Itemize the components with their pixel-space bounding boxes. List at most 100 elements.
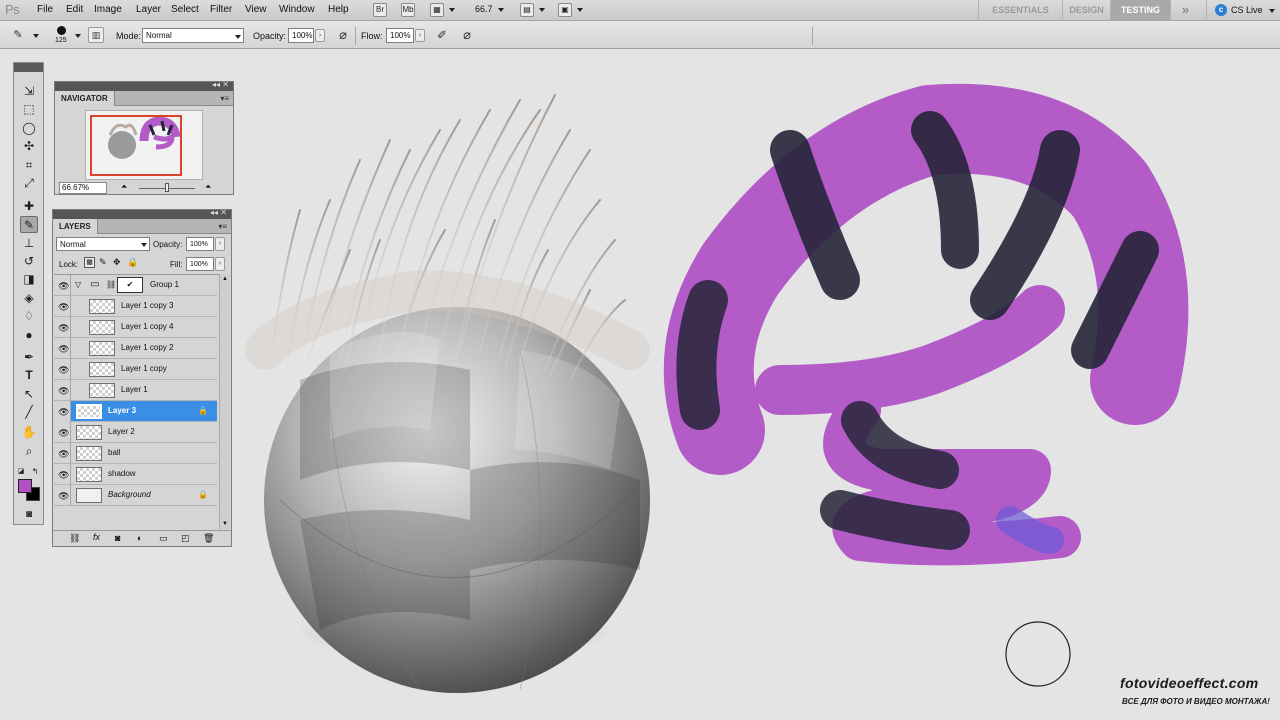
fill-slider-arrow-icon[interactable]: › <box>215 257 225 271</box>
layer-row-group[interactable]: 👁 ▽ ▭ ⛓ ✔ Group 1 <box>54 275 217 296</box>
zoom-in-icon[interactable]: ⏶ <box>205 182 211 192</box>
swap-colors-icon[interactable]: ↰ <box>30 463 40 480</box>
chevron-down-icon[interactable] <box>577 8 583 12</box>
lasso-tool-icon[interactable]: ◯ <box>20 120 38 137</box>
visibility-eye-icon[interactable]: 👁 <box>58 428 69 439</box>
blend-mode-select[interactable]: Normal <box>56 237 150 251</box>
eyedropper-tool-icon[interactable]: ⤢ <box>20 175 38 192</box>
layer-row[interactable]: 👁 shadow <box>54 464 217 485</box>
visibility-eye-icon[interactable]: 👁 <box>58 407 69 418</box>
mask-thumbnail[interactable]: ✔ <box>117 277 143 293</box>
scroll-up-icon[interactable]: ▲ <box>222 276 228 282</box>
new-layer-icon[interactable]: ◰ <box>181 533 190 544</box>
link-layers-icon[interactable]: ⛓ <box>69 533 80 544</box>
opacity-input[interactable]: 100% <box>288 28 314 43</box>
lock-image-pixels-icon[interactable]: ✎ <box>99 257 107 268</box>
new-group-icon[interactable]: ▭ <box>159 533 168 544</box>
quick-mask-icon[interactable]: ◙ <box>20 506 38 523</box>
workspace-essentials[interactable]: ESSENTIALS <box>978 0 1062 21</box>
visibility-eye-icon[interactable]: 👁 <box>58 281 69 292</box>
healing-brush-tool-icon[interactable]: ✚ <box>20 198 38 215</box>
menu-select[interactable]: Select <box>171 4 199 15</box>
blur-tool-icon[interactable]: ♢ <box>20 308 38 325</box>
layer-row[interactable]: 👁 Layer 1 copy 3 <box>54 296 217 317</box>
expand-triangle-icon[interactable]: ▽ <box>75 280 81 289</box>
eraser-tool-icon[interactable]: ◨ <box>20 271 38 288</box>
hand-tool-icon[interactable]: ✋ <box>20 424 38 441</box>
type-tool-icon[interactable]: T <box>20 367 38 384</box>
layers-panel-header[interactable]: ◂◂ ✕ <box>53 208 231 219</box>
navigator-view-box[interactable] <box>90 115 182 176</box>
brush-tip-icon[interactable] <box>57 26 66 35</box>
visibility-eye-icon[interactable]: 👁 <box>58 302 69 313</box>
menu-layer[interactable]: Layer <box>136 4 161 15</box>
lock-all-icon[interactable]: 🔒 <box>127 257 138 268</box>
path-selection-tool-icon[interactable]: ↖ <box>20 386 38 403</box>
clone-stamp-tool-icon[interactable]: ⊥ <box>20 235 38 252</box>
bridge-button[interactable]: Br <box>373 3 387 17</box>
quick-selection-tool-icon[interactable]: ✣ <box>20 138 38 155</box>
visibility-eye-icon[interactable]: 👁 <box>58 386 69 397</box>
collapse-panel-icon[interactable]: ◂◂ ✕ <box>212 80 229 89</box>
layer-row-selected[interactable]: 👁 Layer 3 🔒 <box>54 401 217 422</box>
pen-tool-icon[interactable]: ✒ <box>20 349 38 366</box>
visibility-eye-icon[interactable]: 👁 <box>58 344 69 355</box>
navigator-panel-header[interactable]: ◂◂ ✕ <box>55 80 233 91</box>
navigator-preview[interactable] <box>85 110 203 180</box>
opacity-slider-arrow-icon[interactable]: › <box>315 29 325 42</box>
airbrush-icon[interactable]: ✐ <box>433 27 451 45</box>
move-tool-icon[interactable]: ⇲ <box>20 83 38 100</box>
menu-filter[interactable]: Filter <box>210 4 232 15</box>
chevron-down-icon[interactable] <box>498 8 504 12</box>
mini-bridge-button[interactable]: Mb <box>401 3 415 17</box>
brush-panel-icon[interactable]: ▥ <box>88 27 104 43</box>
flow-input[interactable]: 100% <box>386 28 414 43</box>
tools-panel-header[interactable] <box>14 63 43 72</box>
layer-row[interactable]: 👁 Background 🔒 <box>54 485 217 506</box>
marquee-tool-icon[interactable]: ⬚ <box>20 101 38 118</box>
tablet-pressure-size-icon[interactable]: ⌀ <box>458 27 476 45</box>
tablet-pressure-opacity-icon[interactable]: ⌀ <box>334 27 352 45</box>
visibility-eye-icon[interactable]: 👁 <box>58 491 69 502</box>
menu-image[interactable]: Image <box>94 4 122 15</box>
workspace-design[interactable]: DESIGN <box>1062 0 1110 21</box>
line-tool-icon[interactable]: ╱ <box>20 404 38 421</box>
foreground-color-swatch[interactable] <box>18 479 32 493</box>
workspace-testing[interactable]: TESTING <box>1110 0 1170 21</box>
brush-tool-icon[interactable]: ✎ <box>20 216 38 233</box>
layer-opacity-input[interactable]: 100% <box>186 237 214 251</box>
chevron-down-icon[interactable] <box>539 8 545 12</box>
adjustment-layer-icon[interactable]: ◐ <box>137 533 142 543</box>
flow-slider-arrow-icon[interactable]: › <box>415 29 425 42</box>
panel-menu-icon[interactable]: ▾≡ <box>218 222 227 231</box>
zoom-tool-icon[interactable]: ⌕ <box>20 443 38 460</box>
scroll-down-icon[interactable]: ▼ <box>222 521 228 527</box>
layers-scrollbar[interactable]: ▲ ▼ <box>219 274 230 529</box>
layer-row[interactable]: 👁 Layer 1 copy 2 <box>54 338 217 359</box>
visibility-eye-icon[interactable]: 👁 <box>58 323 69 334</box>
chevron-down-icon[interactable] <box>33 34 39 38</box>
tab-navigator[interactable]: NAVIGATOR <box>55 91 115 106</box>
collapse-panel-icon[interactable]: ◂◂ ✕ <box>210 208 227 217</box>
delete-layer-icon[interactable]: 🗑 <box>203 533 214 544</box>
layer-style-icon[interactable]: fx <box>93 532 100 542</box>
menu-window[interactable]: Window <box>279 4 315 15</box>
opacity-slider-arrow-icon[interactable]: › <box>215 237 225 251</box>
history-brush-tool-icon[interactable]: ↺ <box>20 253 38 270</box>
layer-row[interactable]: 👁 Layer 1 <box>54 380 217 401</box>
navigator-zoom-input[interactable]: 66.67% <box>59 182 107 194</box>
lock-position-icon[interactable]: ✥ <box>113 257 121 268</box>
fill-input[interactable]: 100% <box>186 257 214 271</box>
arrange-documents-icon[interactable]: ▤ <box>520 3 534 17</box>
tab-layers[interactable]: LAYERS <box>53 219 98 234</box>
paint-bucket-tool-icon[interactable]: ◈ <box>20 290 38 307</box>
chevron-down-icon[interactable] <box>449 8 455 12</box>
visibility-eye-icon[interactable]: 👁 <box>58 449 69 460</box>
chevron-down-icon[interactable] <box>75 34 81 38</box>
menu-file[interactable]: File <box>37 4 53 15</box>
cs-live-button[interactable]: c CS Live <box>1206 0 1280 21</box>
menu-help[interactable]: Help <box>328 4 349 15</box>
zoom-level[interactable]: 66.7 <box>475 4 493 14</box>
crop-tool-icon[interactable]: ⌗ <box>20 157 38 174</box>
brush-tool-preset-icon[interactable]: ✎ <box>9 27 27 45</box>
